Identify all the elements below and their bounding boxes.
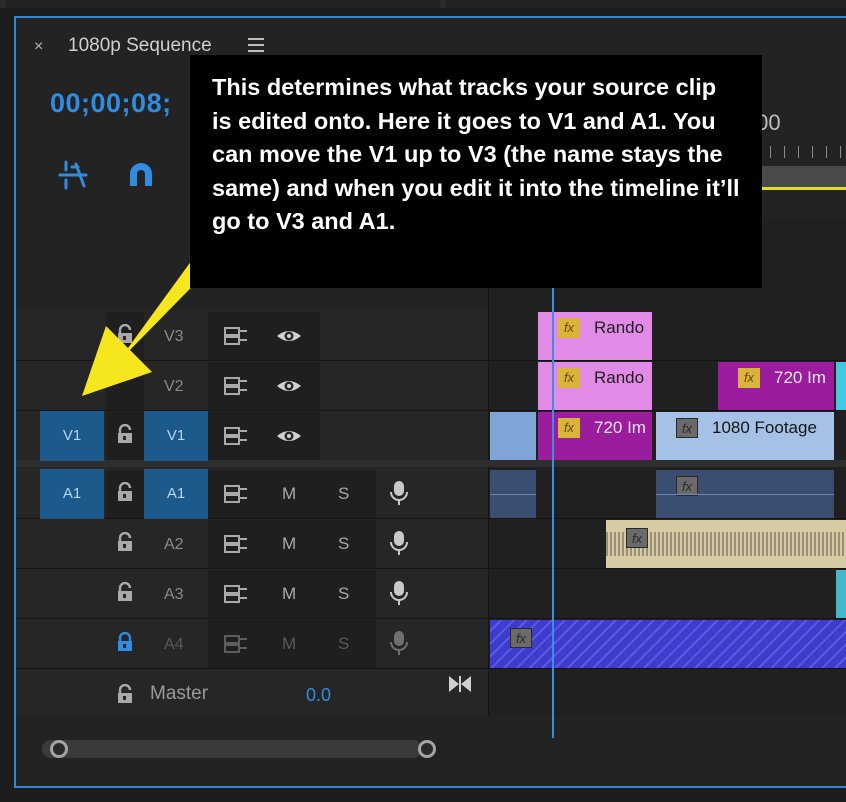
- track-name-a2: A2: [164, 536, 184, 553]
- zoom-handle-right[interactable]: [418, 740, 436, 758]
- microphone-icon[interactable]: [388, 530, 410, 555]
- toggle-sync-icon[interactable]: [224, 376, 247, 396]
- locked-hatch: [490, 620, 846, 668]
- video-audio-divider[interactable]: [16, 460, 846, 467]
- fx-badge: fx: [558, 418, 580, 438]
- bow-tie-resize-icon[interactable]: [448, 674, 471, 694]
- sequence-tab-title[interactable]: 1080p Sequence: [68, 35, 212, 57]
- clip-label: Rando: [594, 318, 645, 337]
- linked-selection-magnet-icon[interactable]: [124, 158, 158, 192]
- zoom-scroll-bar[interactable]: [42, 740, 422, 758]
- fx-badge: fx: [676, 418, 698, 438]
- work-area-bar[interactable]: [760, 166, 846, 190]
- track-lock-icon-locked[interactable]: [115, 631, 137, 652]
- playhead-line[interactable]: [552, 218, 554, 738]
- close-tab-icon[interactable]: ×: [34, 38, 43, 56]
- mute-button[interactable]: M: [282, 534, 296, 554]
- mute-button[interactable]: M: [282, 484, 296, 504]
- clip-v3-rando[interactable]: fx Rando: [538, 312, 652, 360]
- toggle-sync-icon[interactable]: [224, 584, 247, 604]
- clip-a3-edge[interactable]: [836, 570, 846, 618]
- fx-badge: fx: [738, 368, 760, 388]
- panel-edge-segment: [440, 0, 446, 8]
- solo-button[interactable]: S: [338, 484, 349, 504]
- toggle-sync-icon[interactable]: [224, 534, 247, 554]
- time-ruler-ticks[interactable]: [756, 146, 846, 158]
- clip-v2-edge[interactable]: [836, 362, 846, 410]
- track-name-a3: A3: [164, 586, 184, 603]
- sync-lock-icon[interactable]: [115, 481, 137, 502]
- clip-v1-720-image[interactable]: fx 720 Im: [538, 412, 652, 460]
- playhead-timecode[interactable]: 00;00;08;: [50, 88, 172, 119]
- solo-button[interactable]: S: [338, 584, 349, 604]
- hamburger-menu-icon[interactable]: [248, 38, 264, 52]
- master-track-label: Master: [150, 683, 209, 704]
- toggle-sync-icon[interactable]: [224, 634, 247, 654]
- microphone-icon[interactable]: [388, 580, 410, 605]
- eye-icon[interactable]: [276, 426, 301, 446]
- tutorial-callout: This determines what tracks your source …: [190, 55, 762, 288]
- top-panel-edge: [0, 0, 846, 8]
- clip-v1-blue-left[interactable]: [490, 412, 536, 460]
- fx-badge: fx: [558, 318, 580, 338]
- clip-label: Rando: [594, 368, 645, 387]
- sync-lock-icon[interactable]: [115, 423, 137, 444]
- master-volume-value[interactable]: 0.0: [306, 685, 331, 706]
- eye-icon[interactable]: [276, 376, 301, 396]
- clip-label: 720 Im: [774, 368, 826, 387]
- waveform-line: [490, 494, 536, 495]
- callout-text: This determines what tracks your source …: [212, 74, 740, 234]
- sync-lock-icon[interactable]: [115, 581, 137, 602]
- clip-label: 1080 Footage: [712, 418, 817, 437]
- source-patch-v1[interactable]: V1: [40, 411, 104, 461]
- waveform-line: [656, 494, 834, 495]
- row-separator: [16, 618, 846, 619]
- solo-button[interactable]: S: [338, 634, 349, 654]
- toggle-sync-icon[interactable]: [224, 484, 247, 504]
- sync-lock-icon[interactable]: [115, 531, 137, 552]
- fx-badge: fx: [558, 368, 580, 388]
- fx-badge: fx: [626, 528, 648, 548]
- clip-label: 720 Im: [594, 418, 646, 437]
- track-target-a1[interactable]: A1: [144, 469, 208, 519]
- fx-badge: fx: [676, 476, 698, 496]
- fx-badge: fx: [510, 628, 532, 648]
- microphone-icon[interactable]: [388, 630, 410, 655]
- track-name-a4: A4: [164, 636, 184, 653]
- row-separator: [16, 518, 846, 519]
- source-patch-a1[interactable]: A1: [40, 469, 104, 519]
- snap-icon[interactable]: [56, 158, 90, 192]
- mute-button[interactable]: M: [282, 634, 296, 654]
- toggle-sync-icon[interactable]: [224, 326, 247, 346]
- solo-button[interactable]: S: [338, 534, 349, 554]
- panel-edge-segment: [0, 0, 6, 8]
- clip-v2-rando[interactable]: fx Rando: [538, 362, 652, 410]
- track-target-v1[interactable]: V1: [144, 411, 208, 461]
- row-separator: [16, 568, 846, 569]
- clip-a1-audio-left[interactable]: [490, 470, 536, 518]
- clip-v1-1080-footage[interactable]: fx 1080 Footage: [656, 412, 834, 460]
- row-separator: [16, 410, 846, 411]
- zoom-handle-left[interactable]: [50, 740, 68, 758]
- clip-a2-audio[interactable]: fx: [606, 520, 846, 568]
- eye-icon[interactable]: [276, 326, 301, 346]
- sync-lock-icon[interactable]: [115, 683, 137, 704]
- clip-a4-audio-locked[interactable]: fx: [490, 620, 846, 668]
- row-separator: [16, 668, 846, 669]
- mute-button[interactable]: M: [282, 584, 296, 604]
- clip-a1-audio[interactable]: fx: [656, 470, 834, 518]
- clip-v2-720-image[interactable]: fx 720 Im: [718, 362, 834, 410]
- toggle-sync-icon[interactable]: [224, 426, 247, 446]
- microphone-icon[interactable]: [388, 480, 410, 505]
